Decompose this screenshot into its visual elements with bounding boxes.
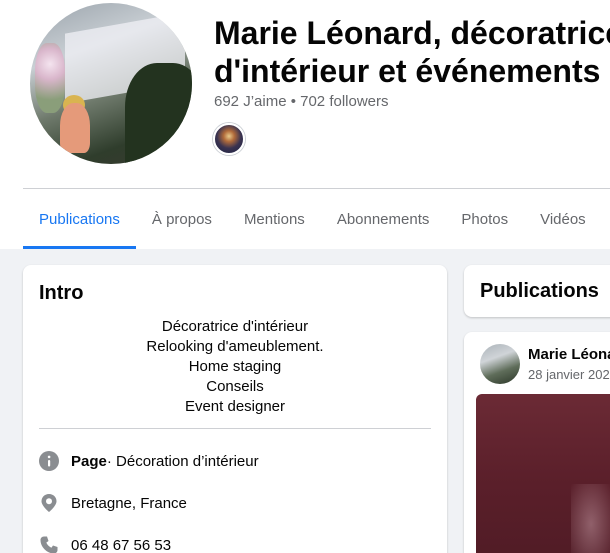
intro-card: Intro Décoratrice d'intérieur Relooking …: [23, 265, 447, 553]
bio-line: Décoratrice d'intérieur: [161, 318, 309, 335]
location-row: Bretagne, France: [39, 493, 187, 513]
publications-title: Publications: [480, 280, 599, 302]
intro-divider: [39, 428, 431, 429]
phone-number[interactable]: 06 48 67 56 53: [71, 537, 171, 553]
post-author-name[interactable]: Marie Léona: [528, 346, 610, 363]
location-text[interactable]: Bretagne, France: [71, 495, 187, 512]
page-category[interactable]: · Décoration d’intérieur: [107, 453, 259, 470]
tab-abonnements[interactable]: Abonnements: [321, 189, 446, 249]
page-stats[interactable]: 692 J’aime • 702 followers: [214, 93, 389, 110]
page-header: Marie Léonard, décoratrice d'intérieur e…: [0, 0, 610, 249]
page-title-line-2: d'intérieur et événements: [214, 53, 601, 89]
phone-icon: [39, 535, 59, 553]
tab-videos[interactable]: Vidéos: [524, 189, 602, 249]
bio-line: Conseils: [206, 378, 264, 395]
profile-picture[interactable]: [27, 0, 195, 167]
tab-a-propos[interactable]: À propos: [136, 189, 228, 249]
tab-photos[interactable]: Photos: [445, 189, 524, 249]
page-title: Marie Léonard, décoratrice d'intérieur e…: [214, 14, 610, 90]
page-title-line-1: Marie Léonard, décoratrice: [214, 15, 610, 51]
page-label: Page: [71, 452, 107, 470]
publications-header-card: Publications: [464, 265, 610, 317]
bio-line: Event designer: [184, 398, 286, 415]
follower-avatar[interactable]: [213, 123, 245, 155]
phone-row: 06 48 67 56 53: [39, 535, 171, 553]
intro-bio: Décoratrice d'intérieur Relooking d'ameu…: [23, 317, 447, 417]
bio-line: Relooking d'ameublement.: [146, 338, 324, 355]
post-image[interactable]: [476, 394, 610, 553]
intro-title: Intro: [39, 282, 84, 304]
post-author-avatar[interactable]: [480, 344, 520, 384]
location-pin-icon: [39, 493, 59, 513]
tab-publications[interactable]: Publications: [23, 189, 136, 249]
bio-line: Home staging: [188, 358, 282, 375]
tab-mentions[interactable]: Mentions: [228, 189, 321, 249]
info-icon: [39, 451, 59, 471]
post-date[interactable]: 28 janvier 202: [528, 367, 610, 382]
page-category-row: Page · Décoration d’intérieur: [39, 451, 259, 471]
page-tabs: Publications À propos Mentions Abonnemen…: [23, 189, 602, 249]
post-card: Marie Léona 28 janvier 202: [464, 332, 610, 553]
